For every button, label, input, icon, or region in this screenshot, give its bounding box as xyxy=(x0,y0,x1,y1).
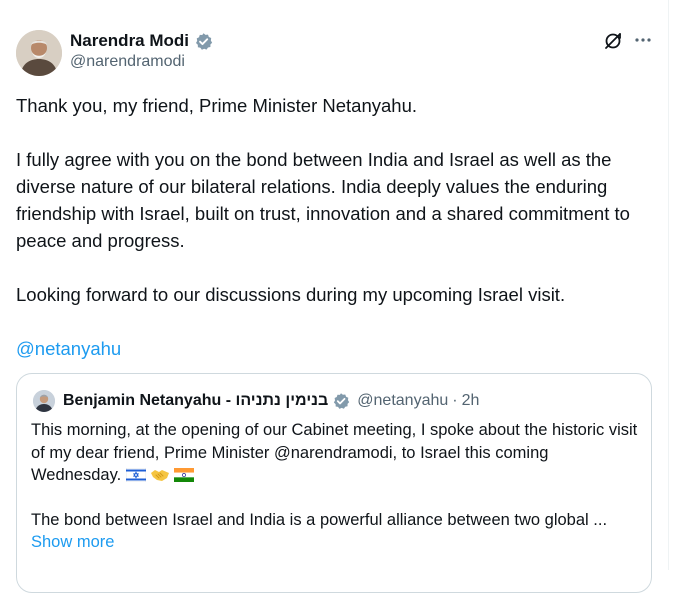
quoted-tweet-card[interactable]: Benjamin Netanyahu - בנימין נתניהו @neta… xyxy=(16,373,652,593)
tweet-paragraph-1: Thank you, my friend, Prime Minister Net… xyxy=(16,95,417,116)
more-icon[interactable] xyxy=(633,30,653,50)
tweet-text: Thank you, my friend, Prime Minister Net… xyxy=(16,92,666,362)
india-flag-icon xyxy=(173,466,194,482)
quoted-timestamp[interactable]: 2h xyxy=(462,392,480,410)
author-avatar[interactable] xyxy=(16,30,62,76)
handshake-icon xyxy=(150,467,170,483)
quoted-paragraph-1-text: This morning, at the opening of our Cabi… xyxy=(31,421,638,484)
quoted-author-handle[interactable]: @netanyahu xyxy=(357,392,448,410)
author-name[interactable]: Narendra Modi xyxy=(70,31,189,51)
quoted-text: This morning, at the opening of our Cabi… xyxy=(31,419,643,554)
separator-dot: · xyxy=(452,392,458,409)
quoted-author-name[interactable]: Benjamin Netanyahu - בנימין נתניהו xyxy=(63,392,328,410)
show-more-link[interactable]: Show more xyxy=(31,533,114,551)
column-divider xyxy=(668,0,669,570)
mention-link[interactable]: @netanyahu xyxy=(16,338,121,359)
quoted-author-avatar[interactable] xyxy=(33,390,55,412)
grok-icon[interactable] xyxy=(603,31,623,51)
tweet-paragraph-3: Looking forward to our discussions durin… xyxy=(16,284,566,305)
author-name-row: Narendra Modi xyxy=(70,30,213,52)
tweet-paragraph-2: I fully agree with you on the bond betwe… xyxy=(16,149,630,251)
verified-badge-icon xyxy=(194,32,213,51)
author-handle[interactable]: @narendramodi xyxy=(70,53,185,71)
quoted-paragraph-1: This morning, at the opening of our Cabi… xyxy=(31,419,643,487)
quoted-header: Benjamin Netanyahu - בנימין נתניהו @neta… xyxy=(63,389,479,413)
quoted-paragraph-2: The bond between Israel and India is a p… xyxy=(31,510,608,529)
verified-badge-icon xyxy=(332,392,350,410)
israel-flag-icon xyxy=(125,466,147,483)
